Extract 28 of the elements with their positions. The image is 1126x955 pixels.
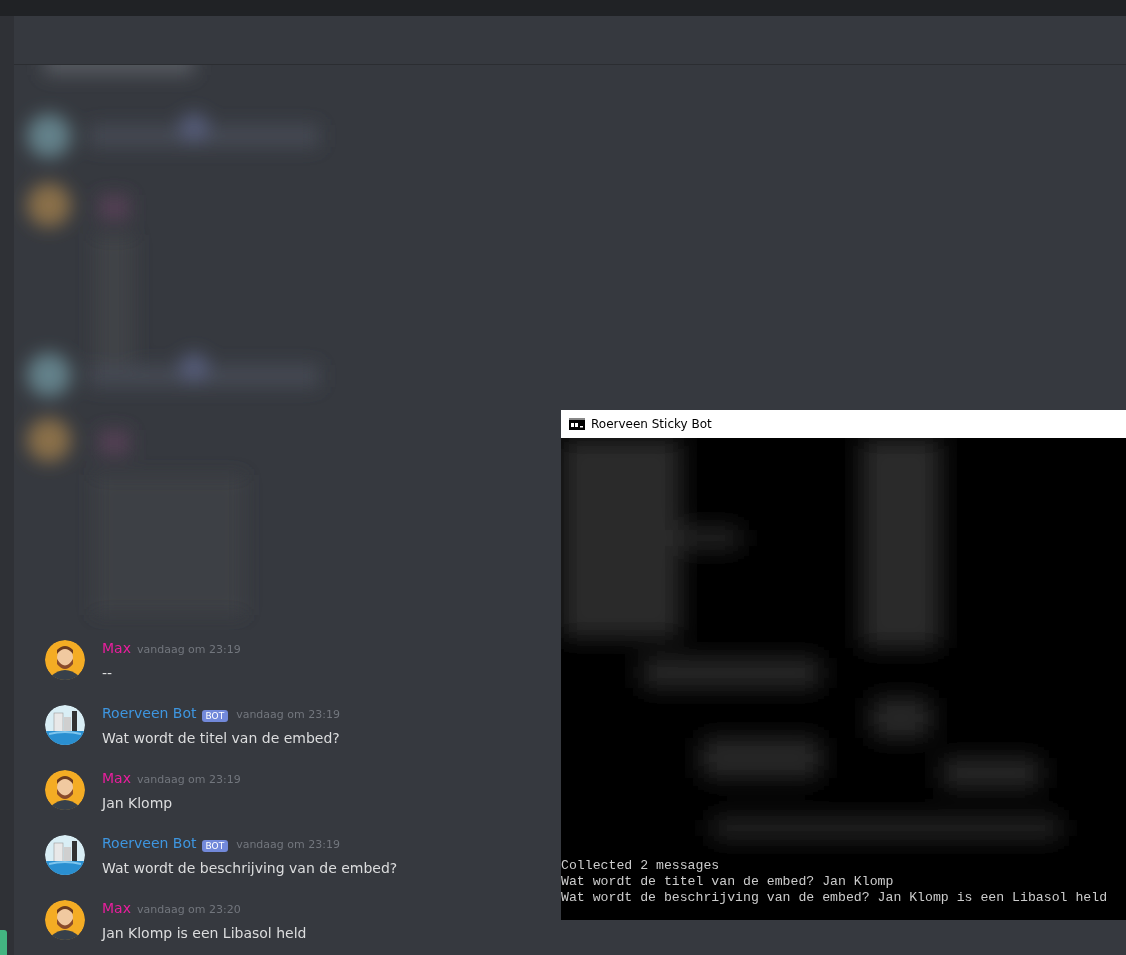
window-title: Roerveen Sticky Bot [591, 417, 712, 431]
avatar-icon[interactable] [45, 900, 85, 940]
timestamp: vandaag om 23:19 [236, 708, 340, 721]
timestamp: vandaag om 23:19 [136, 643, 241, 656]
username[interactable]: Max [102, 770, 131, 786]
terminal-icon [569, 418, 585, 430]
bot-tag: BOT [201, 710, 229, 722]
message-text: Wat wordt de beschrijving van de embed? [102, 859, 398, 878]
bot-tag: BOT [201, 840, 229, 852]
timestamp: vandaag om 23:20 [136, 903, 241, 916]
avatar-icon[interactable] [45, 640, 85, 680]
username[interactable]: Roerveen Bot [102, 835, 197, 851]
message-text: -- [102, 664, 114, 683]
console-line: Collected 2 messages [561, 858, 720, 874]
avatar-icon[interactable] [45, 770, 85, 810]
avatar-icon[interactable] [45, 835, 85, 875]
message-text: Jan Klomp [102, 794, 174, 813]
timestamp: vandaag om 23:19 [236, 838, 340, 851]
message-text: Jan Klomp is een Libasol held [102, 924, 307, 943]
avatar-icon[interactable] [45, 705, 85, 745]
console-line: Wat wordt de beschrijving van de embed? Jan Klomp is een Libasol held [561, 890, 1108, 906]
timestamp: vandaag om 23:19 [136, 773, 241, 786]
username[interactable]: Max [102, 640, 131, 656]
console-line: Wat wordt de titel van de embed? Jan Klomp [561, 874, 894, 890]
username[interactable]: Max [102, 900, 131, 916]
message-text: Wat wordt de titel van de embed? [102, 729, 340, 748]
status-indicator [0, 930, 7, 955]
username[interactable]: Roerveen Bot [102, 705, 197, 721]
